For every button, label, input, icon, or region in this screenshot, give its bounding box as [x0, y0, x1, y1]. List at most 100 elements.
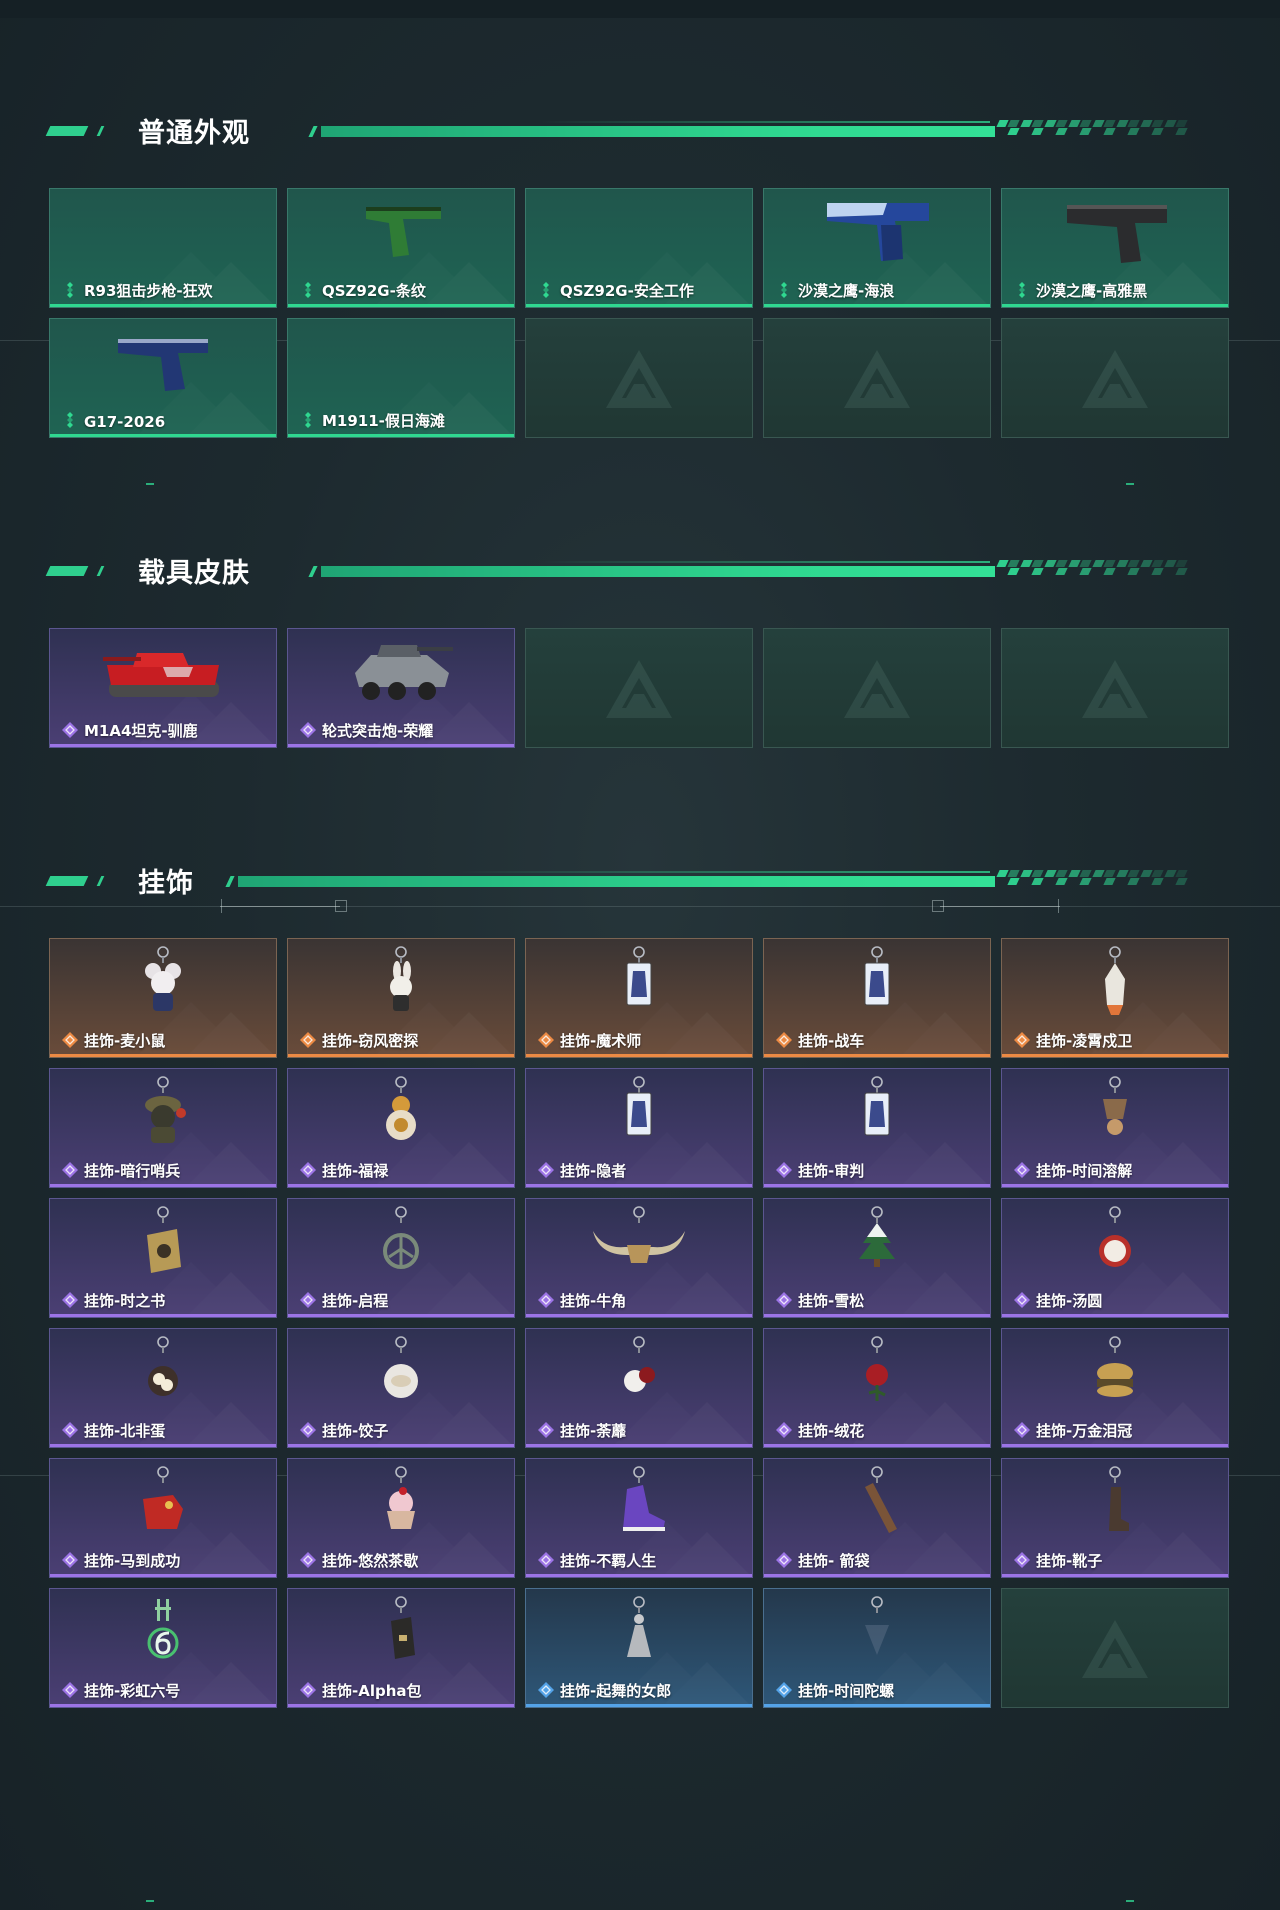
rarity-bar — [50, 1444, 276, 1447]
green-rarity-icon — [776, 282, 792, 298]
item-card[interactable]: 沙漠之鹰-海浪 — [763, 188, 991, 308]
item-card[interactable]: 挂饰-时之书 — [49, 1198, 277, 1318]
section-header: 载具皮肤 — [0, 544, 1280, 594]
header-checker-pattern — [1116, 120, 1140, 137]
item-card[interactable]: 挂饰-北非蛋 — [49, 1328, 277, 1448]
item-label: 挂饰-审判 — [798, 1162, 865, 1180]
book-charm-icon — [103, 1205, 223, 1285]
item-card[interactable]: 挂饰-牛角 — [525, 1198, 753, 1318]
header-checker-pattern — [996, 560, 1020, 577]
purple-rarity-icon — [538, 1552, 554, 1568]
item-card[interactable]: 挂饰-福禄 — [287, 1068, 515, 1188]
item-card[interactable]: G17-2026 — [49, 318, 277, 438]
item-card[interactable]: 挂饰-麦小鼠 — [49, 938, 277, 1058]
purple-rarity-icon — [1014, 1292, 1030, 1308]
item-card[interactable]: 挂饰-不羁人生 — [525, 1458, 753, 1578]
header-accent-bar — [45, 126, 89, 136]
item-card[interactable]: M1911-假日海滩 — [287, 318, 515, 438]
item-card[interactable]: 挂饰-窃风密探 — [287, 938, 515, 1058]
bag-charm-icon — [341, 1595, 461, 1675]
item-card[interactable]: 挂饰-荼蘼 — [525, 1328, 753, 1448]
header-accent-bar — [96, 126, 105, 136]
item-card[interactable]: 挂饰-审判 — [763, 1068, 991, 1188]
item-label: 挂饰-万金泪冠 — [1036, 1422, 1133, 1440]
armored-car-icon — [341, 635, 461, 715]
item-card[interactable]: 挂饰- 箭袋 — [763, 1458, 991, 1578]
purple-rarity-icon — [300, 1682, 316, 1698]
purple-rarity-icon — [300, 1292, 316, 1308]
item-label: 挂饰-牛角 — [560, 1292, 627, 1310]
item-card[interactable]: 挂饰-隐者 — [525, 1068, 753, 1188]
header-accent-bar — [96, 876, 105, 886]
flower-charm-icon — [579, 1335, 699, 1415]
item-card[interactable]: 挂饰-起舞的女郎 — [525, 1588, 753, 1708]
item-card[interactable]: 沙漠之鹰-高雅黑 — [1001, 188, 1229, 308]
item-card[interactable]: 挂饰-时间溶解 — [1001, 1068, 1229, 1188]
item-card[interactable]: 挂饰-凌霄戍卫 — [1001, 938, 1229, 1058]
tarot-card-icon — [579, 1075, 699, 1155]
header-divider-line — [321, 126, 995, 137]
rarity-bar — [288, 1184, 514, 1187]
item-card[interactable]: 挂饰-悠然茶歇 — [287, 1458, 515, 1578]
gourd-charm-icon — [341, 1075, 461, 1155]
item-card[interactable]: 轮式突击炮-荣耀 — [287, 628, 515, 748]
header-checker-pattern — [1164, 560, 1188, 577]
item-label: 沙漠之鹰-海浪 — [798, 282, 895, 300]
empty-slot — [763, 628, 991, 748]
item-card[interactable]: QSZ92G-条纹 — [287, 188, 515, 308]
header-checker-pattern — [1092, 120, 1116, 137]
header-accent-bar — [96, 566, 105, 576]
rarity-bar — [1002, 1314, 1228, 1317]
pan-charm-icon — [103, 1335, 223, 1415]
item-card[interactable]: QSZ92G-安全工作 — [525, 188, 753, 308]
item-label: R93狙击步枪-狂欢 — [84, 282, 213, 300]
item-card[interactable]: 挂饰-靴子 — [1001, 1458, 1229, 1578]
item-label: 挂饰-时之书 — [84, 1292, 166, 1310]
cupcake-charm-icon — [341, 1465, 461, 1545]
rarity-bar — [526, 1704, 752, 1707]
green-rarity-icon — [300, 282, 316, 298]
empty-slot — [1001, 318, 1229, 438]
top-band — [0, 0, 1280, 18]
item-card[interactable]: 挂饰-万金泪冠 — [1001, 1328, 1229, 1448]
item-card[interactable]: 挂饰-Alpha包 — [287, 1588, 515, 1708]
header-checker-pattern — [1140, 120, 1164, 137]
item-card[interactable]: 挂饰-魔术师 — [525, 938, 753, 1058]
purple-rarity-icon — [1014, 1422, 1030, 1438]
deco-line — [220, 906, 340, 907]
item-card[interactable]: 挂饰-战车 — [763, 938, 991, 1058]
rarity-bar — [526, 1054, 752, 1057]
item-card[interactable]: 挂饰-马到成功 — [49, 1458, 277, 1578]
item-card[interactable]: 挂饰-时间陀螺 — [763, 1588, 991, 1708]
rarity-bar — [1002, 304, 1228, 307]
header-checker-pattern — [1020, 560, 1044, 577]
item-card[interactable]: 挂饰-雪松 — [763, 1198, 991, 1318]
item-label: 挂饰-汤圆 — [1036, 1292, 1103, 1310]
deco-mark — [1126, 483, 1134, 485]
item-card[interactable]: 挂饰-绒花 — [763, 1328, 991, 1448]
item-label: 挂饰-马到成功 — [84, 1552, 181, 1570]
item-card[interactable]: 挂饰-饺子 — [287, 1328, 515, 1448]
purple-rarity-icon — [300, 1552, 316, 1568]
pistol-blue-wave-icon — [817, 195, 937, 275]
boot-charm-icon — [1055, 1465, 1175, 1545]
item-card[interactable]: 挂饰-汤圆 — [1001, 1198, 1229, 1318]
purple-rarity-icon — [62, 722, 78, 738]
rarity-bar — [50, 1314, 276, 1317]
header-checker-pattern — [1020, 870, 1044, 887]
item-label: 轮式突击炮-荣耀 — [322, 722, 434, 740]
quiver-charm-icon — [817, 1465, 937, 1545]
item-card[interactable]: 挂饰-彩虹六号 — [49, 1588, 277, 1708]
top-charm-icon — [817, 1595, 937, 1675]
item-card[interactable]: R93狙击步枪-狂欢 — [49, 188, 277, 308]
rarity-bar — [50, 1704, 276, 1707]
rarity-bar — [526, 1184, 752, 1187]
item-card[interactable]: M1A4坦克-驯鹿 — [49, 628, 277, 748]
header-checker-pattern — [1068, 120, 1092, 137]
header-checker-pattern — [1164, 120, 1188, 137]
horns-charm-icon — [579, 1205, 699, 1285]
logo-watermark-icon — [1080, 658, 1150, 722]
header-divider-line — [238, 876, 995, 887]
item-card[interactable]: 挂饰-暗行哨兵 — [49, 1068, 277, 1188]
item-card[interactable]: 挂饰-启程 — [287, 1198, 515, 1318]
